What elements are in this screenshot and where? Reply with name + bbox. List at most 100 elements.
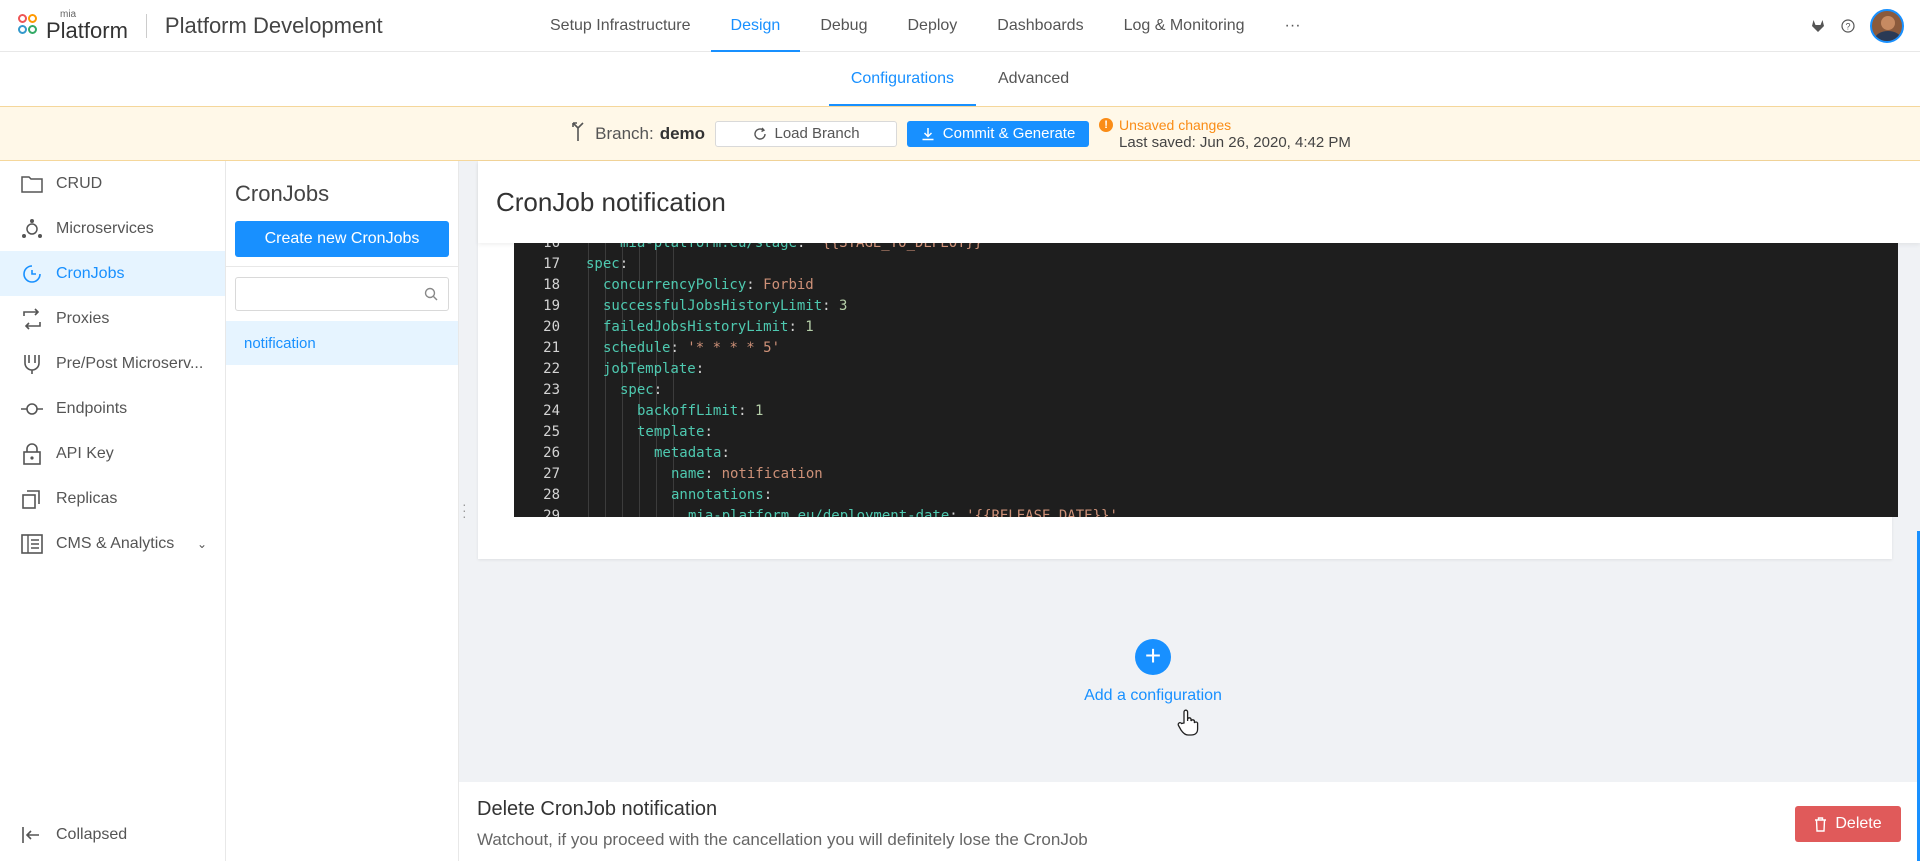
line-number: 18 — [543, 277, 560, 293]
sidebar-item-endpoints[interactable]: Endpoints — [0, 386, 225, 431]
logo[interactable]: mia Platform — [16, 0, 128, 52]
top-navbar: mia Platform Platform Development Setup … — [0, 0, 1920, 52]
code-line: 26 metadata: — [514, 443, 1898, 464]
nav-dashboards[interactable]: Dashboards — [977, 0, 1103, 52]
line-number: 26 — [543, 445, 560, 461]
create-cronjob-button[interactable]: Create new CronJobs — [235, 221, 449, 257]
sidebar-item-cms-analytics[interactable]: CMS & Analytics ⌄ — [0, 521, 225, 566]
load-branch-button[interactable]: Load Branch — [715, 120, 898, 147]
code-token: 1 — [805, 319, 814, 335]
code-token: '{{RELEASE_DATE}}' — [966, 508, 1118, 517]
search-input[interactable] — [235, 277, 449, 311]
hand-cursor-icon — [1177, 709, 1199, 742]
page-title: CronJob notification — [496, 187, 726, 217]
last-saved-text: Last saved: Jun 26, 2020, 4:42 PM — [1119, 133, 1351, 151]
code-token: metadata — [654, 445, 722, 461]
code-token: 1 — [755, 403, 764, 419]
code-token: spec — [586, 256, 620, 272]
code-token: : — [763, 487, 773, 503]
cms-icon — [20, 532, 44, 556]
nav-setup-infrastructure[interactable]: Setup Infrastructure — [530, 0, 711, 52]
logo-text: Platform — [46, 17, 128, 43]
sidebar-item-replicas[interactable]: Replicas — [0, 476, 225, 521]
code-text: successfulJobsHistoryLimit: 3 — [603, 296, 847, 317]
branch-icon — [569, 120, 587, 148]
code-line: 28 annotations: — [514, 485, 1898, 506]
code-token: : — [695, 361, 705, 377]
code-token: backoffLimit — [637, 403, 739, 419]
endpoint-icon — [20, 397, 44, 421]
list-item-notification[interactable]: notification — [226, 321, 458, 365]
list-title: CronJobs — [235, 181, 330, 206]
delete-title: Delete CronJob notification — [477, 798, 718, 820]
code-text: concurrencyPolicy: Forbid — [603, 275, 814, 296]
tab-advanced[interactable]: Advanced — [976, 52, 1091, 106]
decorator-icon — [20, 352, 44, 376]
branch-name: demo — [659, 123, 706, 143]
sidebar-item-pre-post-microservices[interactable]: Pre/Post Microserv... — [0, 341, 225, 386]
project-title[interactable]: Platform Development — [165, 13, 383, 39]
code-token: '* * * * 5' — [687, 340, 781, 356]
nav-debug[interactable]: Debug — [800, 0, 887, 52]
line-number: 16 — [543, 243, 560, 251]
line-number: 19 — [543, 298, 560, 314]
code-token: 3 — [839, 298, 848, 314]
trash-icon — [1815, 816, 1827, 832]
code-text: metadata: — [654, 443, 730, 464]
sidebar-collapse-toggle[interactable]: Collapsed — [0, 812, 225, 857]
resize-handle[interactable]: · · · — [462, 497, 467, 523]
line-number: 22 — [543, 361, 560, 377]
nav-deploy[interactable]: Deploy — [887, 0, 977, 52]
code-token: : — [653, 382, 663, 398]
nav-design[interactable]: Design — [710, 0, 801, 52]
sidebar-item-proxies[interactable]: Proxies — [0, 296, 225, 341]
code-token: spec — [620, 382, 654, 398]
sidebar-item-label: Proxies — [56, 309, 110, 327]
help-icon[interactable]: ? — [1840, 18, 1856, 34]
collapsed-label: Collapsed — [56, 825, 128, 843]
code-token: successfulJobsHistoryLimit — [603, 298, 823, 314]
yaml-code-editor[interactable]: 16 mia-platform.eu/stage: '{{STAGE_TO_DEP… — [514, 243, 1898, 517]
code-token: concurrencyPolicy — [603, 277, 747, 293]
code-token: : — [746, 277, 764, 293]
code-line: 18 concurrencyPolicy: Forbid — [514, 275, 1898, 296]
code-token: schedule — [603, 340, 671, 356]
code-token: : — [949, 508, 967, 517]
code-token: : — [738, 403, 756, 419]
cronjob-card: CronJob notification 16 mia-platform.eu/s… — [478, 161, 1920, 559]
code-token: : — [797, 243, 814, 251]
delete-button[interactable]: Delete — [1795, 806, 1901, 842]
mia-platform-logo-icon — [16, 12, 42, 40]
code-line: 27 name: notification — [514, 464, 1898, 485]
commit-generate-button[interactable]: Commit & Generate — [907, 120, 1090, 147]
code-line: 16 mia-platform.eu/stage: '{{STAGE_TO_DEP… — [514, 243, 1898, 254]
unsaved-changes-label: Unsaved changes — [1119, 116, 1232, 133]
chevron-down-icon[interactable]: ⌄ — [197, 537, 207, 551]
code-token: template — [637, 424, 705, 440]
sidebar-item-label: API Key — [56, 444, 114, 462]
code-text: mia-platform.eu/deployment-date: '{{RELE… — [688, 506, 1118, 517]
sidebar-item-microservices[interactable]: Microservices — [0, 206, 225, 251]
add-configuration-button[interactable]: + Add a configuration — [1018, 639, 1288, 705]
gitlab-icon[interactable] — [1810, 18, 1826, 34]
sidebar-item-cronjobs[interactable]: CronJobs — [0, 251, 225, 296]
code-line: 17 spec: — [514, 254, 1898, 275]
sidebar-item-crud[interactable]: CRUD — [0, 161, 225, 206]
code-text: mia-platform.eu/stage: '{{STAGE_TO_DEPLO… — [620, 243, 991, 254]
nav-more[interactable]: ··· — [1265, 0, 1321, 52]
replicas-icon — [20, 487, 44, 511]
proxies-icon — [20, 307, 44, 331]
line-number: 17 — [543, 256, 560, 272]
collapse-icon — [20, 823, 44, 847]
nav-log-monitoring[interactable]: Log & Monitoring — [1104, 0, 1265, 52]
line-number: 23 — [543, 382, 560, 398]
code-line: 20 failedJobsHistoryLimit: 1 — [514, 317, 1898, 338]
sidebar-item-label: Pre/Post Microserv... — [56, 354, 204, 372]
code-token: Forbid — [763, 277, 814, 293]
code-line: 25 template: — [514, 422, 1898, 443]
sidebar-item-label: CMS & Analytics — [56, 534, 175, 552]
sidebar-item-api-key[interactable]: API Key — [0, 431, 225, 476]
user-avatar[interactable] — [1870, 9, 1904, 43]
load-branch-label: Load Branch — [774, 125, 860, 142]
tab-configurations[interactable]: Configurations — [828, 52, 977, 106]
